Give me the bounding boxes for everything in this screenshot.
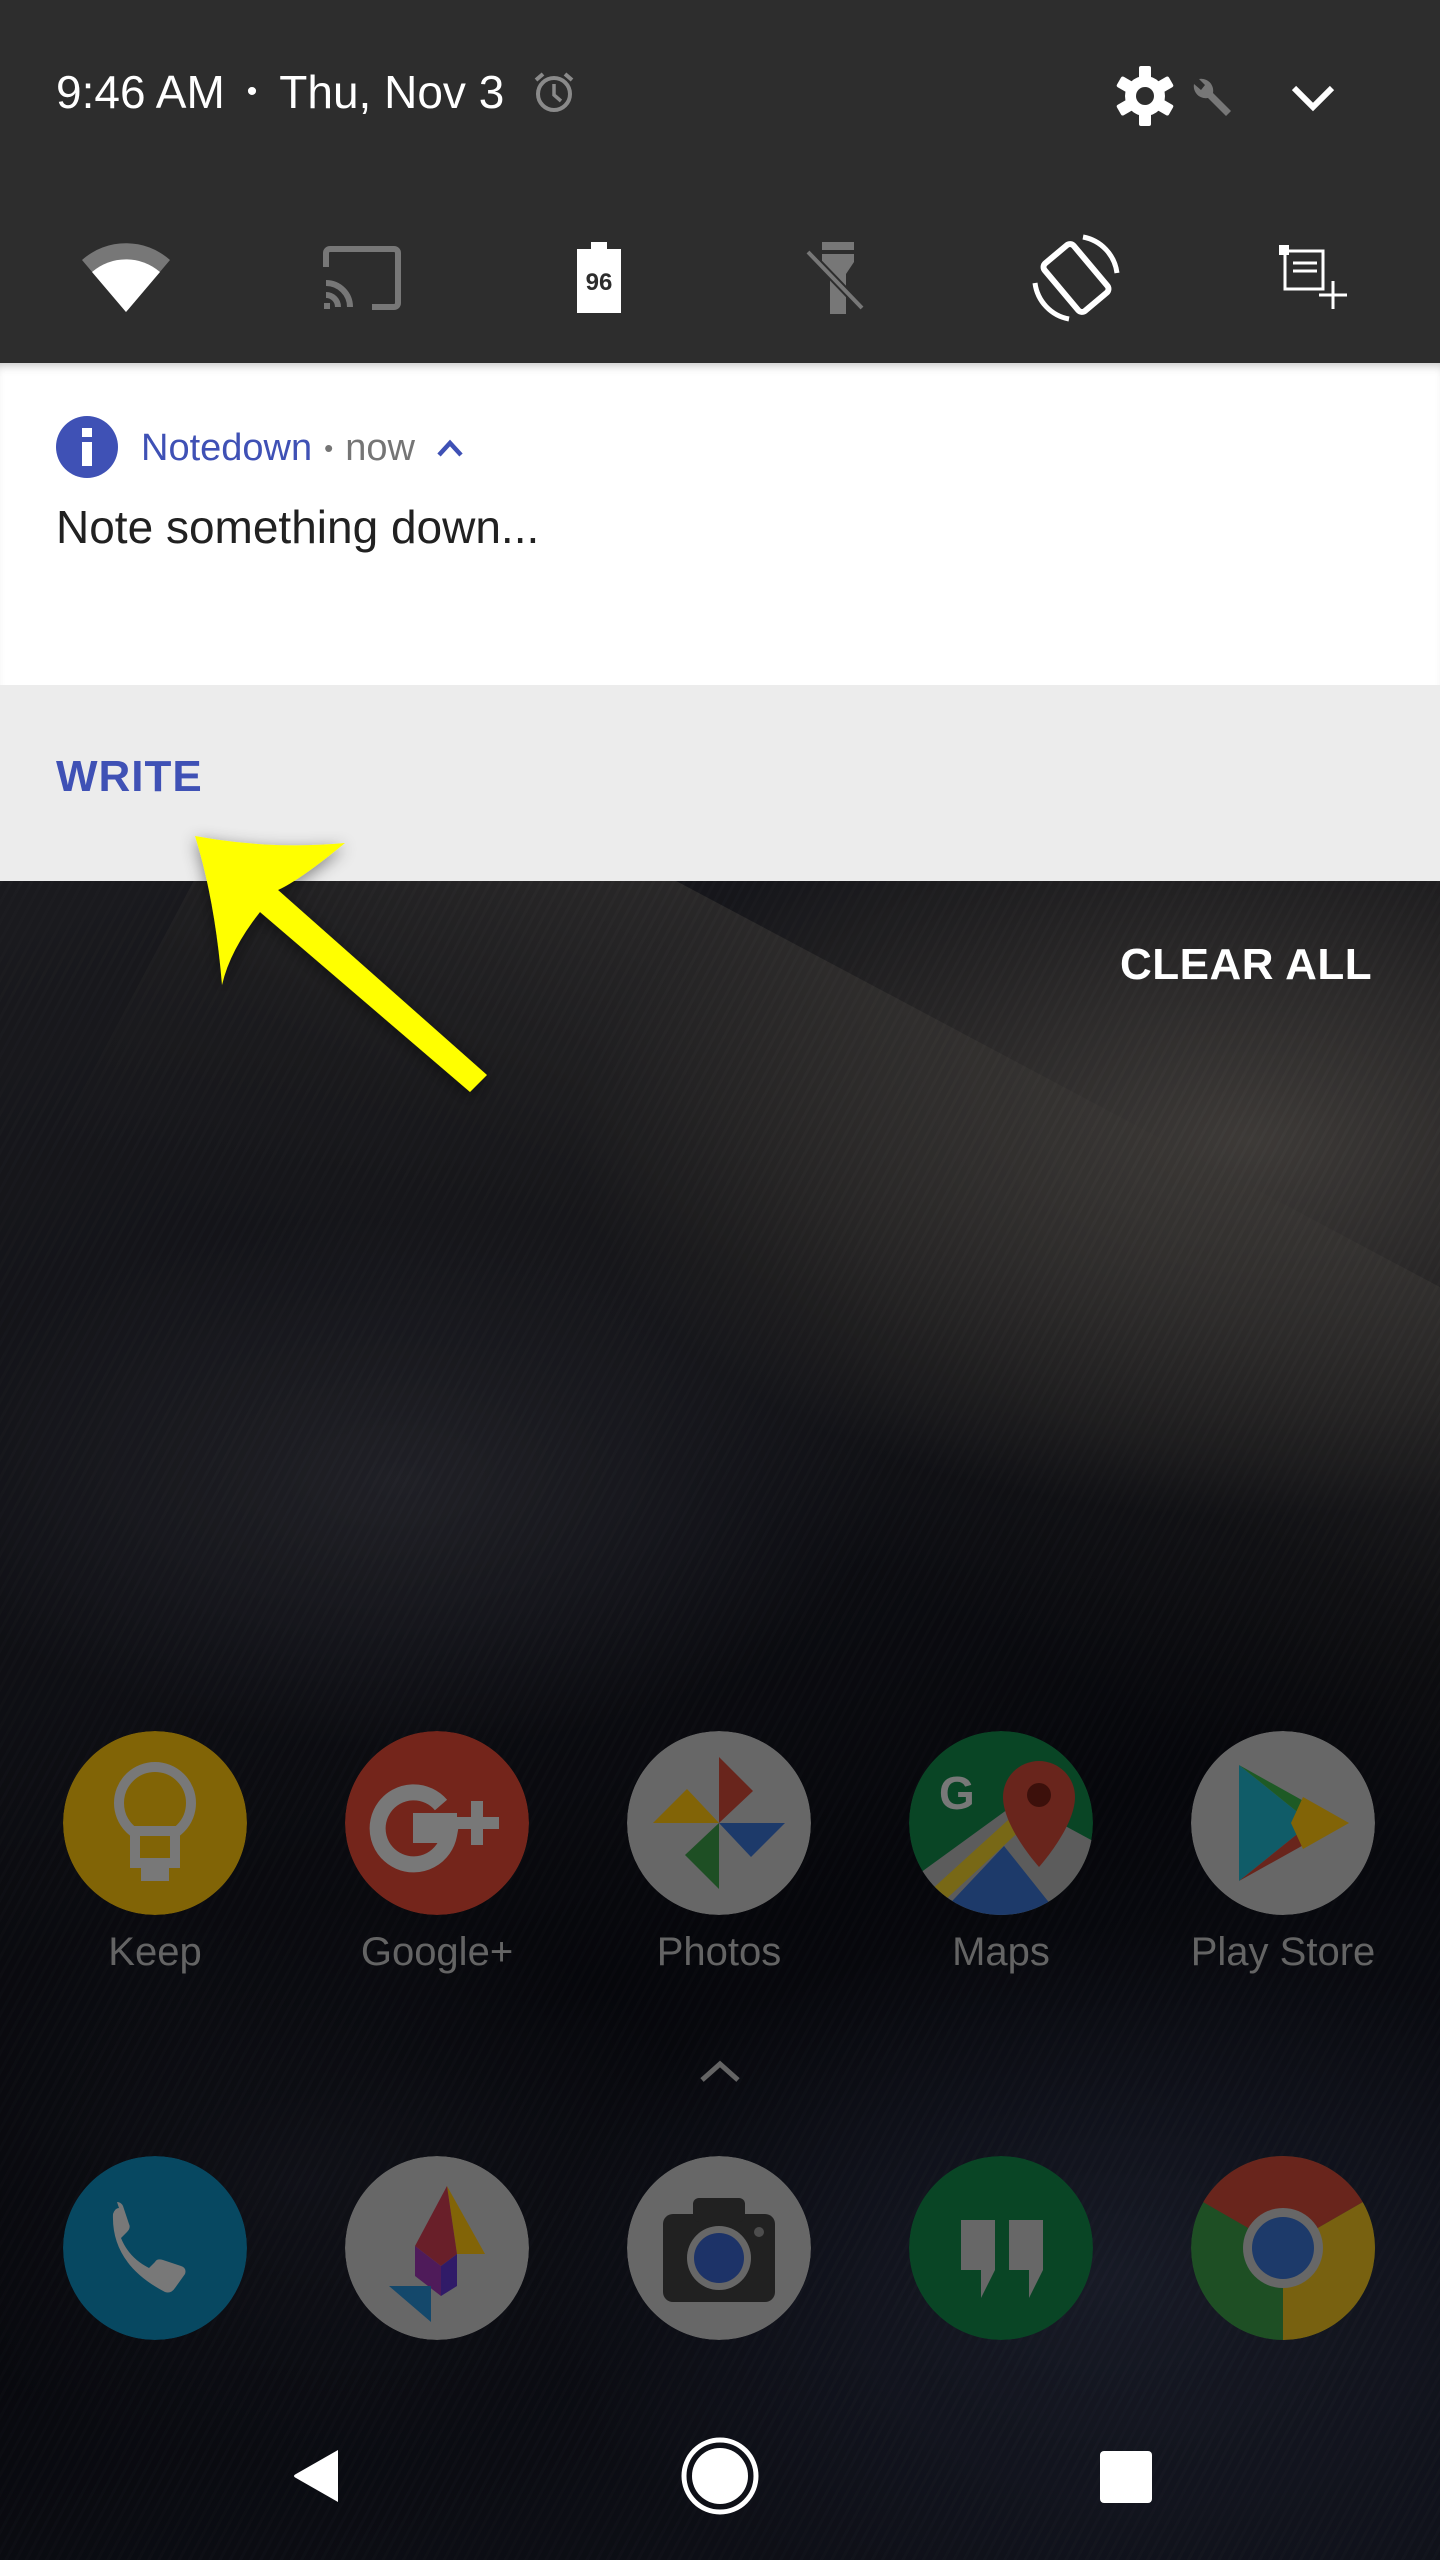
app-google-plus[interactable] [345,1731,529,1915]
qs-tile-cast[interactable] [312,228,412,328]
screen-rotation-icon [1032,234,1120,322]
cast-icon [323,246,401,310]
svg-text:G: G [939,1767,975,1819]
photos-pinwheel-icon [627,1731,811,1915]
add-note-tile-icon [1279,245,1347,309]
notification-header: Notedown • now [141,422,465,474]
phone-icon [63,2156,247,2340]
dock-app-camera[interactable] [627,2156,811,2340]
hangouts-quote-icon [909,2156,1093,2340]
dock-app-launcher[interactable] [345,2156,529,2340]
maps-pin-icon: G [909,1731,1093,1915]
home-circle-icon[interactable] [680,2436,760,2516]
battery-icon: 96 [577,242,621,313]
notification-separator: • [324,432,334,463]
write-action-button[interactable]: WRITE [56,752,203,802]
app-label-photos: Photos [656,1930,782,1974]
dock-app-chrome[interactable] [1191,2156,1375,2340]
notification-text: Note something down... [56,501,540,553]
clock-time[interactable]: 9:46 AM [56,65,225,119]
header-clock-row: 9:46 AM • Thu, Nov 3 [56,62,578,122]
app-maps[interactable]: G [909,1731,1093,1915]
info-icon [56,416,118,478]
google-plus-icon [345,1731,529,1915]
camera-icon [627,2156,811,2340]
app-keep[interactable] [63,1731,247,1915]
play-store-icon [1191,1731,1375,1915]
chevron-down-icon[interactable] [1288,80,1338,116]
app-label-keep: Keep [108,1930,202,1974]
alarm-clock-icon[interactable] [530,68,578,116]
app-label-play-store: Play Store [1190,1930,1376,1974]
chrome-icon [1191,2156,1375,2340]
dock-app-hangouts[interactable] [909,2156,1093,2340]
app-label-google-plus: Google+ [360,1930,514,1974]
chevron-up-icon[interactable] [435,437,465,459]
qs-tile-wifi[interactable] [76,228,176,328]
qs-tile-flashlight[interactable] [786,228,886,328]
clear-all-button[interactable]: CLEAR ALL [1120,940,1372,990]
app-label-maps: Maps [952,1930,1050,1974]
header-date[interactable]: Thu, Nov 3 [279,65,504,119]
qs-tile-notedown[interactable] [1262,228,1362,328]
app-drawer-chevron-up-icon[interactable] [698,2058,742,2084]
notification-app-name: Notedown [141,426,313,469]
dock-app-phone[interactable] [63,2156,247,2340]
battery-level: 96 [586,269,613,296]
wrench-icon [1193,78,1231,116]
keep-icon [63,1731,247,1915]
recents-square-icon[interactable] [1099,2450,1153,2504]
gear-icon[interactable] [1113,64,1177,128]
notification-time: now [345,426,415,469]
notification-actions-bar [0,685,1440,881]
flashlight-off-icon [806,242,864,314]
app-photos[interactable] [627,1731,811,1915]
header-separator: • [246,75,258,108]
qs-tile-battery[interactable]: 96 [549,228,649,328]
app-play-store[interactable] [1191,1731,1375,1915]
qs-tile-auto-rotate[interactable] [1026,228,1126,328]
back-triangle-icon[interactable] [290,2446,342,2506]
wifi-icon [82,243,170,312]
multicolor-arrows-icon [345,2156,529,2340]
quick-settings-panel [0,0,1440,363]
